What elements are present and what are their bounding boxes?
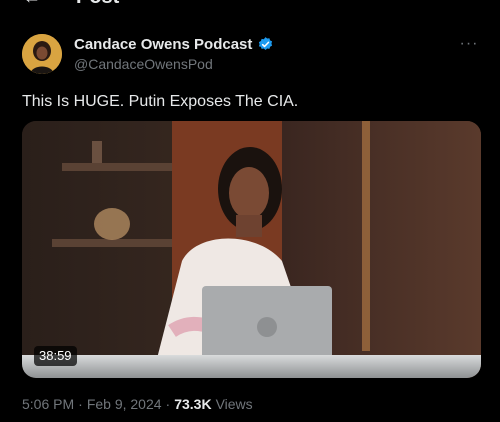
- arrow-left-icon: ←: [23, 0, 41, 6]
- meta-separator: ·: [165, 396, 171, 412]
- video-duration-badge: 38:59: [34, 346, 77, 366]
- meta-separator: ·: [78, 396, 83, 412]
- tweet-text: This Is HUGE. Putin Exposes The CIA.: [22, 93, 299, 110]
- page-title: Post: [76, 0, 119, 8]
- verified-badge-icon: [259, 37, 273, 50]
- more-button[interactable]: ···: [458, 35, 480, 52]
- more-horizontal-icon: ···: [459, 35, 479, 52]
- avatar[interactable]: [22, 34, 62, 74]
- back-button[interactable]: ←: [20, 0, 44, 6]
- video-player[interactable]: 38:59: [22, 121, 481, 378]
- post-date[interactable]: Feb 9, 2024: [87, 396, 162, 412]
- author-handle[interactable]: @CandaceOwensPod: [74, 56, 213, 72]
- author-name[interactable]: Candace Owens Podcast: [74, 36, 252, 53]
- author-name-row: Candace Owens Podcast: [74, 36, 274, 53]
- avatar-image: [22, 34, 62, 74]
- post-meta: 5:06 PM · Feb 9, 2024 · 73.3K Views: [22, 396, 253, 412]
- views-label: Views: [215, 396, 253, 412]
- post-time[interactable]: 5:06 PM: [22, 396, 74, 412]
- video-thumbnail: [22, 121, 481, 378]
- views-count[interactable]: 73.3K: [174, 396, 211, 412]
- post-header: ← Post: [0, 0, 500, 8]
- post-page: ← Post Candace Owens Podcast @CandaceOwe…: [0, 0, 500, 422]
